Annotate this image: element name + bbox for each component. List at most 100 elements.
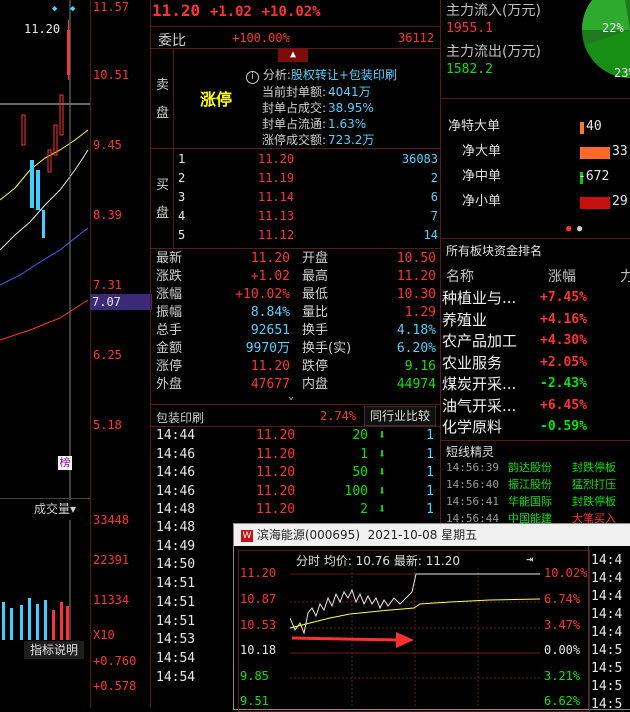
skip-end-icon[interactable]: ⇥ xyxy=(526,552,533,566)
tick-time: 14:46 xyxy=(156,483,196,499)
tick-row: 14:48 11.20 2 ⬇ 1 xyxy=(156,501,440,519)
compare-button[interactable]: 同行业比较 xyxy=(364,406,436,426)
tick-volume: 20 xyxy=(352,428,368,443)
sector-row[interactable]: 养殖业 +4.16% xyxy=(442,311,630,331)
bid-row[interactable]: 5 11.12 14 xyxy=(176,226,440,244)
bid-price: 11.14 xyxy=(258,190,295,204)
sector-row[interactable]: 农产品加工 +4.30% xyxy=(442,332,630,352)
bid-volume: 14 xyxy=(423,228,438,242)
tick-volume: 50 xyxy=(352,465,368,480)
indicator-button[interactable]: 指标说明 xyxy=(24,641,84,659)
inflow-label: 主力流入(万元) xyxy=(446,3,541,19)
flow-label: 净大单 xyxy=(462,144,502,159)
collapse-button[interactable]: ▲ xyxy=(278,48,308,62)
quote-header: 11.20 +1.02 +10.02% xyxy=(152,1,321,20)
popup-titlebar[interactable]: W 滨海能源(000695) 2021-10-08 星期五 xyxy=(234,524,630,546)
pie-pct-2: 23% xyxy=(614,66,630,80)
tick-time: 14:51 xyxy=(156,576,196,592)
outflow-value: 1582.2 xyxy=(446,62,493,77)
chevron-down-icon[interactable]: ⌄ xyxy=(288,391,294,402)
tick-volume: 1 xyxy=(360,446,368,462)
bid-price: 11.13 xyxy=(258,209,295,223)
stat-value: 8.84% xyxy=(250,305,290,320)
bid-level: 3 xyxy=(178,190,186,204)
flow-value: 33 xyxy=(612,144,628,159)
flow-value: 29 xyxy=(612,194,628,209)
sector-row[interactable]: 煤炭开采... -2.43% xyxy=(442,375,630,395)
sector-row[interactable]: 油气开采... +6.45% xyxy=(442,397,630,417)
kline-chart xyxy=(0,0,90,500)
tick-time: 14:54 xyxy=(156,669,196,685)
seal-line-value: 723.2万 xyxy=(328,133,375,147)
bid-row[interactable]: 4 11.13 7 xyxy=(176,207,440,225)
popup-side-time: 14:5 xyxy=(591,697,623,712)
tick-time: 14:44 xyxy=(156,428,196,443)
bang-badge[interactable]: 榜 xyxy=(58,456,72,470)
tick-price: 11.20 xyxy=(256,502,296,517)
sector-row[interactable]: 化学原料 -0.59% xyxy=(442,418,630,438)
tick-time: 14:48 xyxy=(156,502,196,517)
col-pct[interactable]: 涨幅 xyxy=(548,266,576,286)
tick-time: 14:51 xyxy=(156,613,196,629)
intraday-popup[interactable]: W 滨海能源(000695) 2021-10-08 星期五 分时 均价: 10.… xyxy=(233,523,630,712)
sector-row[interactable]: 种植业与... +7.45% xyxy=(442,289,630,309)
weibi-label: 委比 xyxy=(158,33,186,49)
popup-price-tick: 9.85 xyxy=(240,669,269,683)
stat-value: 9970万 xyxy=(245,341,290,356)
tick-volume: 100 xyxy=(344,483,368,499)
popup-header: 分时 均价: 10.76 最新: 11.20 xyxy=(296,554,461,568)
popup-pct-tick: 10.02% xyxy=(544,566,588,580)
kline-panel[interactable]: ◆ ◆ 11.20 11.57 10.51 9.45 8.39 7.31 6.25 5.18… xyxy=(0,0,152,708)
short-item[interactable]: 14:56:40 振江股份 猛烈打压 xyxy=(446,477,630,493)
bid-row[interactable]: 1 11.20 36083 xyxy=(176,150,440,168)
short-item[interactable]: 14:56:41 华能国际 封跌停板 xyxy=(446,494,630,510)
volume-axis: 33448 22391 11334 xyxy=(92,505,148,615)
tick-count: 1 xyxy=(426,428,434,443)
page-dots[interactable]: ● ● xyxy=(566,224,582,234)
short-item[interactable]: 14:56:39 韵达股份 封跌停板 xyxy=(446,460,630,476)
flow-bar xyxy=(580,122,584,134)
popup-side-time: 14:5 xyxy=(591,661,623,676)
short-stock: 华能国际 xyxy=(508,495,552,508)
stat-value: 44974 xyxy=(396,377,436,392)
stat-row: 金额 9970万 换手(实) 6.20% xyxy=(156,340,440,358)
price-tick: 5.18 xyxy=(93,418,122,432)
flow-bar xyxy=(580,197,610,209)
popup-price-tick: 9.51 xyxy=(240,694,269,708)
bid-row[interactable]: 2 11.19 2 xyxy=(176,169,440,187)
stat-value: +10.02% xyxy=(235,287,290,302)
stat-value: 92651 xyxy=(250,323,290,338)
stat-row: 总手 92651 换手 4.18% xyxy=(156,322,440,340)
flow-row: 净大单 33 xyxy=(440,143,630,163)
price-tick: 11.57 xyxy=(93,0,130,14)
popup-pct-tick: 6.62% xyxy=(544,694,581,708)
col-extra[interactable]: 力 xyxy=(620,266,630,286)
weibi-pct: +100.00% xyxy=(232,31,290,45)
stat-row: 振幅 8.84% 量比 1.29 xyxy=(156,304,440,322)
tick-price: 11.20 xyxy=(256,483,296,499)
stat-label: 金额 xyxy=(156,341,183,356)
stat-value: +1.02 xyxy=(250,269,290,284)
limit-up-badge: 涨停 xyxy=(200,90,233,109)
sector-pct: -0.59% xyxy=(540,419,587,434)
inflow-value: 1955.1 xyxy=(446,21,493,36)
seal-line-label: 涨停成交额: xyxy=(262,133,327,147)
bid-row[interactable]: 3 11.14 6 xyxy=(176,188,440,206)
bid-price: 11.19 xyxy=(258,171,295,185)
buy-label: 买盘 xyxy=(156,172,170,228)
price-marker: 11.20 xyxy=(24,22,61,36)
sector-row[interactable]: 农业服务 +2.05% xyxy=(442,354,630,374)
seal-line: 涨停成交额: 723.2万 xyxy=(262,131,432,149)
down-arrow-icon: ⬇ xyxy=(378,446,386,462)
short-stock: 韵达股份 xyxy=(508,461,552,474)
stat-label: 涨停 xyxy=(156,359,183,374)
volume-selector[interactable]: 成交量▾ xyxy=(34,500,76,517)
stat-label: 外盘 xyxy=(156,377,183,392)
sector-name[interactable]: 包装印刷 xyxy=(156,409,204,426)
sector-name: 煤炭开采... xyxy=(442,375,517,393)
analysis-row[interactable]: i 分析:股权转让+包装印刷 xyxy=(246,66,397,84)
popup-price-tick: 10.53 xyxy=(240,618,277,632)
tick-row: 14:44 11.20 20 ⬇ 1 xyxy=(156,427,440,445)
sector-name: 养殖业 xyxy=(442,310,488,329)
col-name[interactable]: 名称 xyxy=(446,266,474,286)
